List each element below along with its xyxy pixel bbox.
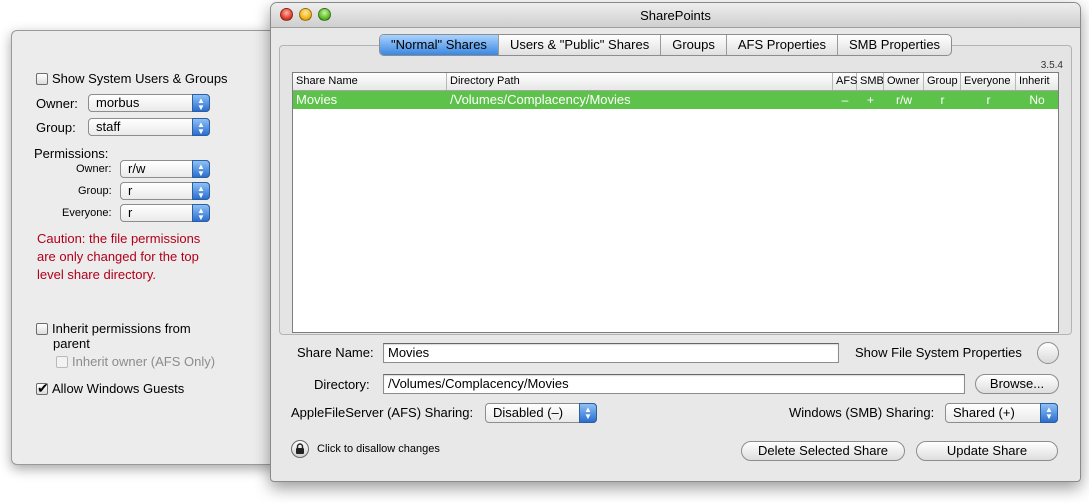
perm-group-label: Group: [78, 185, 112, 197]
smb-sharing-popup[interactable]: Shared (+) ▲ ▼ [945, 403, 1058, 423]
popup-arrows-icon: ▲ ▼ [1040, 403, 1058, 423]
checkbox-icon[interactable] [36, 73, 48, 85]
group-popup[interactable]: staff ▲ ▼ [88, 118, 210, 136]
group-label: Group: [36, 120, 76, 135]
tab-groups[interactable]: Groups [660, 35, 726, 55]
afs-sharing-popup[interactable]: Disabled (–) ▲ ▼ [485, 403, 597, 423]
popup-arrows-icon: ▲ ▼ [192, 160, 210, 178]
cell-share-name: Movies [296, 92, 338, 107]
version-label: 3.5.4 [1040, 60, 1063, 71]
popup-arrows-icon: ▲ ▼ [192, 182, 210, 200]
col-smb[interactable]: SMB [857, 73, 884, 90]
cell-owner: r/w [896, 93, 912, 107]
lock-button[interactable] [291, 440, 309, 458]
col-inherit[interactable]: Inherit [1016, 73, 1058, 90]
checkbox-icon [56, 356, 68, 368]
popup-arrows-icon: ▲ ▼ [192, 118, 210, 136]
smb-sharing-label: Windows (SMB) Sharing: [789, 405, 935, 420]
share-name-label: Share Name: [297, 345, 374, 360]
permissions-label: Permissions: [34, 146, 109, 161]
afs-sharing-label: AppleFileServer (AFS) Sharing: [291, 405, 474, 420]
sharepoints-window: SharePoints 3.5.4 Share Name Directory P… [270, 2, 1081, 482]
popup-arrows-icon: ▲ ▼ [192, 94, 210, 112]
cell-everyone: r [986, 93, 991, 107]
browse-button[interactable]: Browse... [975, 374, 1059, 394]
shares-table[interactable]: Share Name Directory Path AFS SMB Owner … [292, 72, 1059, 333]
update-share-button[interactable]: Update Share [916, 441, 1058, 461]
perm-everyone-label: Everyone: [62, 207, 112, 219]
col-directory-path[interactable]: Directory Path [447, 73, 833, 90]
popup-arrows-icon: ▲ ▼ [192, 204, 210, 222]
tab-smb-properties[interactable]: SMB Properties [837, 35, 951, 55]
col-everyone[interactable]: Everyone [961, 73, 1016, 90]
cell-directory-path: /Volumes/Complacency/Movies [450, 92, 631, 107]
checkbox-icon[interactable] [36, 323, 48, 335]
table-header: Share Name Directory Path AFS SMB Owner … [293, 73, 1058, 91]
tab-normal-shares[interactable]: "Normal" Shares [380, 35, 498, 55]
cell-group: r [940, 93, 945, 107]
options-drawer: Show System Users & Groups Owner: morbus… [11, 30, 274, 465]
caution-text: Caution: the file permissions are only c… [37, 231, 201, 282]
lock-text: Click to disallow changes [317, 443, 440, 455]
inherit-owner-checkbox: Inherit owner (AFS Only) [56, 354, 215, 369]
perm-group-popup[interactable]: r ▲ ▼ [120, 182, 210, 200]
directory-label: Directory: [314, 377, 370, 392]
cell-inherit: No [1029, 93, 1045, 107]
col-owner[interactable]: Owner [884, 73, 924, 90]
table-row[interactable]: Movies /Volumes/Complacency/Movies – + r… [293, 91, 1058, 109]
title-bar[interactable]: SharePoints [271, 3, 1080, 28]
allow-windows-guests-checkbox[interactable]: Allow Windows Guests [36, 380, 184, 397]
col-share-name[interactable]: Share Name [293, 73, 447, 90]
tab-panel: 3.5.4 Share Name Directory Path AFS SMB … [279, 45, 1072, 335]
perm-owner-popup[interactable]: r/w ▲ ▼ [120, 160, 210, 178]
perm-owner-label: Owner: [76, 163, 112, 175]
tab-afs-properties[interactable]: AFS Properties [725, 35, 837, 55]
lock-icon [296, 443, 304, 454]
perm-everyone-popup[interactable]: r ▲ ▼ [120, 204, 210, 222]
share-name-field[interactable]: Movies [383, 343, 839, 363]
cell-afs: – [841, 93, 849, 107]
show-fs-properties-label: Show File System Properties [855, 345, 1022, 360]
owner-label: Owner: [36, 96, 78, 111]
checkmark-icon[interactable] [36, 380, 49, 397]
tab-bar: "Normal" Shares Users & "Public" Shares … [379, 34, 953, 56]
inherit-permissions-checkbox[interactable]: Inherit permissions from parent [36, 321, 191, 351]
tab-users-public-shares[interactable]: Users & "Public" Shares [497, 35, 660, 55]
col-afs[interactable]: AFS [833, 73, 857, 90]
directory-field[interactable]: /Volumes/Complacency/Movies [383, 374, 965, 394]
delete-selected-share-button[interactable]: Delete Selected Share [741, 441, 905, 461]
col-group[interactable]: Group [924, 73, 961, 90]
cell-smb: + [866, 93, 874, 107]
window-title: SharePoints [640, 8, 711, 23]
owner-popup[interactable]: morbus ▲ ▼ [88, 94, 210, 112]
popup-arrows-icon: ▲ ▼ [579, 403, 597, 423]
disclosure-button[interactable] [1037, 342, 1059, 364]
show-system-users-checkbox[interactable]: Show System Users & Groups [36, 71, 228, 86]
